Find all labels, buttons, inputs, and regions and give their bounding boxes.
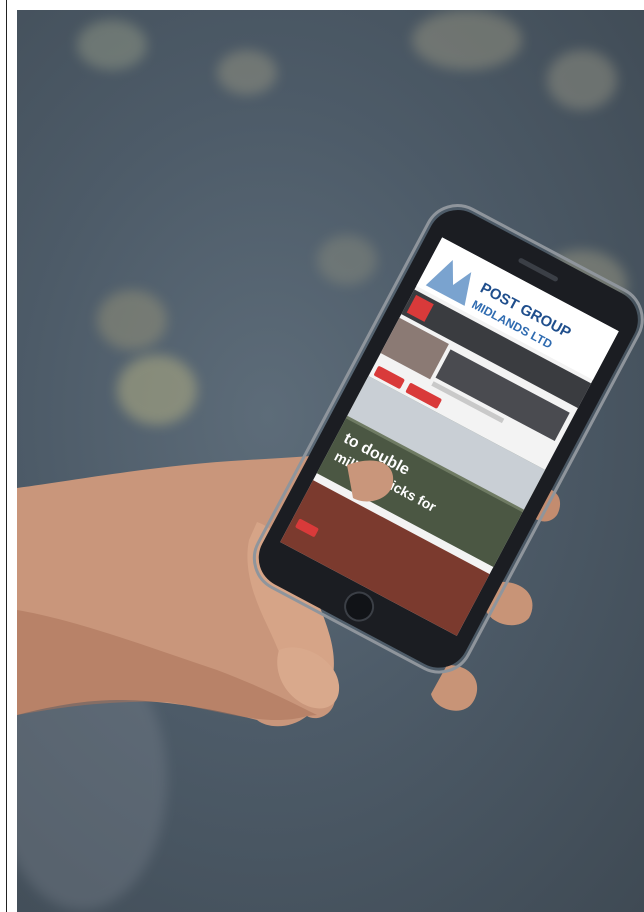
left-border-line: [6, 0, 7, 912]
photo: POST GROUP MIDLANDS LTD to double millio…: [17, 10, 644, 912]
hand-and-phone: POST GROUP MIDLANDS LTD to double millio…: [17, 204, 644, 727]
